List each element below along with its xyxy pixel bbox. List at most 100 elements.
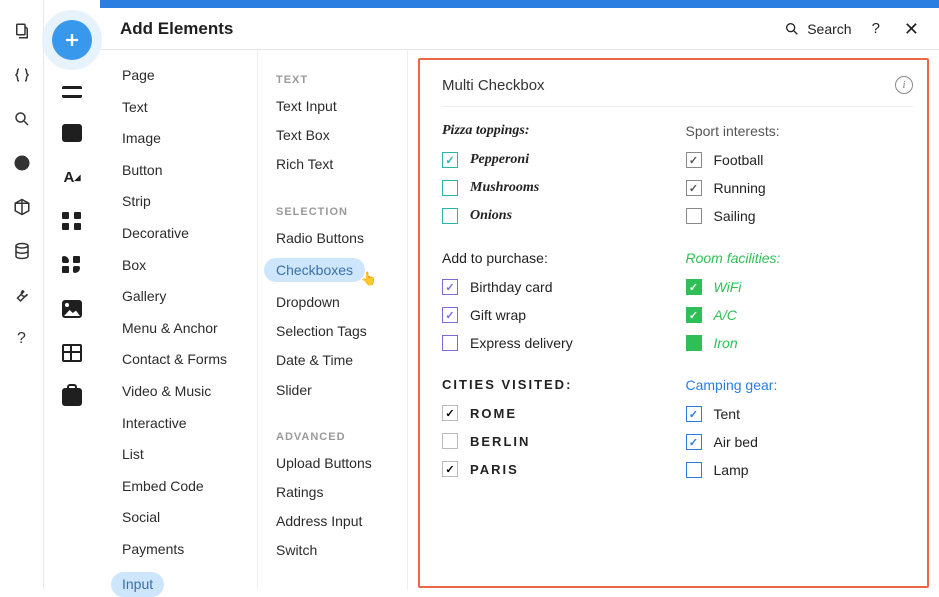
category-payments[interactable]: Payments: [122, 540, 257, 560]
checkbox-row[interactable]: Sailing: [686, 208, 914, 224]
checkbox-row[interactable]: Rome: [442, 405, 670, 421]
category-video-music[interactable]: Video & Music: [122, 382, 257, 402]
checkbox-row[interactable]: Express delivery: [442, 335, 670, 351]
text-tool-icon[interactable]: A◢: [62, 168, 82, 186]
checkbox-box[interactable]: [442, 405, 458, 421]
subcat-dropdown[interactable]: Dropdown: [276, 293, 407, 311]
checkbox-row[interactable]: Birthday card: [442, 279, 670, 295]
checkbox-box[interactable]: [442, 208, 458, 224]
section-icon[interactable]: [62, 86, 82, 98]
apps-grid-icon[interactable]: [62, 212, 82, 230]
checkbox-row[interactable]: Gift wrap: [442, 307, 670, 323]
checkbox-row[interactable]: WiFi: [686, 279, 914, 295]
subcat-text-box[interactable]: Text Box: [276, 126, 407, 144]
code-brackets-icon[interactable]: [13, 66, 31, 84]
group-title: Pizza toppings:: [442, 123, 670, 139]
checkbox-label: Onions: [470, 208, 512, 224]
checkbox-box[interactable]: [442, 279, 458, 295]
table-tool-icon[interactable]: [62, 344, 82, 362]
group-title: Camping gear:: [686, 377, 914, 393]
checkbox-row[interactable]: Iron: [686, 335, 914, 351]
close-icon[interactable]: ✕: [904, 20, 919, 38]
category-text[interactable]: Text: [122, 98, 257, 118]
help-icon[interactable]: ?: [872, 20, 880, 37]
category-page[interactable]: Page: [122, 66, 257, 86]
database-icon[interactable]: [13, 242, 31, 260]
image-tool-icon[interactable]: [62, 300, 82, 318]
checkbox-box[interactable]: [442, 307, 458, 323]
checkbox-row[interactable]: A/C: [686, 307, 914, 323]
category-gallery[interactable]: Gallery: [122, 287, 257, 307]
category-embed-code[interactable]: Embed Code: [122, 477, 257, 497]
checkbox-row[interactable]: Pepperoni: [442, 152, 670, 168]
checkbox-box[interactable]: [686, 180, 702, 196]
group-title: Room facilities:: [686, 250, 914, 266]
search-button[interactable]: Search: [784, 21, 851, 37]
checkbox-row[interactable]: Lamp: [686, 462, 914, 478]
checkbox-box[interactable]: [442, 152, 458, 168]
puzzle-icon[interactable]: [62, 256, 82, 274]
github-icon[interactable]: [13, 154, 31, 172]
category-decorative[interactable]: Decorative: [122, 224, 257, 244]
checkbox-label: Gift wrap: [470, 307, 526, 323]
checkbox-row[interactable]: Berlin: [442, 433, 670, 449]
checkbox-label: A/C: [714, 307, 737, 323]
checkbox-box[interactable]: [686, 208, 702, 224]
checkbox-label: Paris: [470, 462, 519, 477]
checkbox-box[interactable]: [442, 461, 458, 477]
checkbox-box[interactable]: [686, 462, 702, 478]
category-image[interactable]: Image: [122, 129, 257, 149]
subcat-slider[interactable]: Slider: [276, 381, 407, 399]
subcat-ratings[interactable]: Ratings: [276, 483, 407, 501]
subcat-switch[interactable]: Switch: [276, 541, 407, 559]
checkbox-box[interactable]: [442, 433, 458, 449]
info-icon[interactable]: i: [895, 76, 913, 94]
subcat-upload-buttons[interactable]: Upload Buttons: [276, 454, 407, 472]
package-icon[interactable]: [13, 198, 31, 216]
subcat-checkboxes[interactable]: Checkboxes👆: [264, 258, 365, 282]
checkbox-box[interactable]: [686, 307, 702, 323]
checkbox-label: Sailing: [714, 208, 756, 224]
checkbox-row[interactable]: Football: [686, 152, 914, 168]
category-button[interactable]: Button: [122, 161, 257, 181]
checkbox-box[interactable]: [442, 335, 458, 351]
checkbox-label: Tent: [714, 406, 740, 422]
category-interactive[interactable]: Interactive: [122, 414, 257, 434]
category-input[interactable]: Input: [111, 572, 164, 597]
subcat-radio-buttons[interactable]: Radio Buttons: [276, 229, 407, 247]
category-menu-anchor[interactable]: Menu & Anchor: [122, 319, 257, 339]
checkbox-row[interactable]: Onions: [442, 208, 670, 224]
page-icon[interactable]: [13, 22, 31, 40]
checkbox-row[interactable]: Mushrooms: [442, 180, 670, 196]
group-title: Cities visited:: [442, 377, 670, 392]
category-strip[interactable]: Strip: [122, 192, 257, 212]
category-contact-forms[interactable]: Contact & Forms: [122, 350, 257, 370]
checkbox-box[interactable]: [442, 180, 458, 196]
page-block-icon[interactable]: [62, 124, 82, 142]
subcat-selection-tags[interactable]: Selection Tags: [276, 322, 407, 340]
subcat-date-time[interactable]: Date & Time: [276, 351, 407, 369]
category-box[interactable]: Box: [122, 256, 257, 276]
wrench-icon[interactable]: [13, 286, 31, 304]
checkbox-box[interactable]: [686, 335, 702, 351]
checkbox-label: Berlin: [470, 434, 530, 449]
checkbox-box[interactable]: [686, 434, 702, 450]
help-rail-icon[interactable]: ?: [13, 330, 31, 348]
subcat-rich-text[interactable]: Rich Text: [276, 155, 407, 173]
subcat-text-input[interactable]: Text Input: [276, 97, 407, 115]
checkbox-box[interactable]: [686, 152, 702, 168]
checkbox-box[interactable]: [686, 406, 702, 422]
search-label: Search: [807, 21, 851, 37]
checkbox-box[interactable]: [686, 279, 702, 295]
checkbox-row[interactable]: Air bed: [686, 434, 914, 450]
search-rail-icon[interactable]: [13, 110, 31, 128]
category-social[interactable]: Social: [122, 508, 257, 528]
briefcase-icon[interactable]: [62, 388, 82, 406]
category-list[interactable]: List: [122, 445, 257, 465]
group-title: Add to purchase:: [442, 250, 670, 266]
add-element-button[interactable]: [52, 20, 92, 60]
checkbox-row[interactable]: Tent: [686, 406, 914, 422]
checkbox-row[interactable]: Running: [686, 180, 914, 196]
checkbox-row[interactable]: Paris: [442, 461, 670, 477]
subcat-address-input[interactable]: Address Input: [276, 512, 407, 530]
